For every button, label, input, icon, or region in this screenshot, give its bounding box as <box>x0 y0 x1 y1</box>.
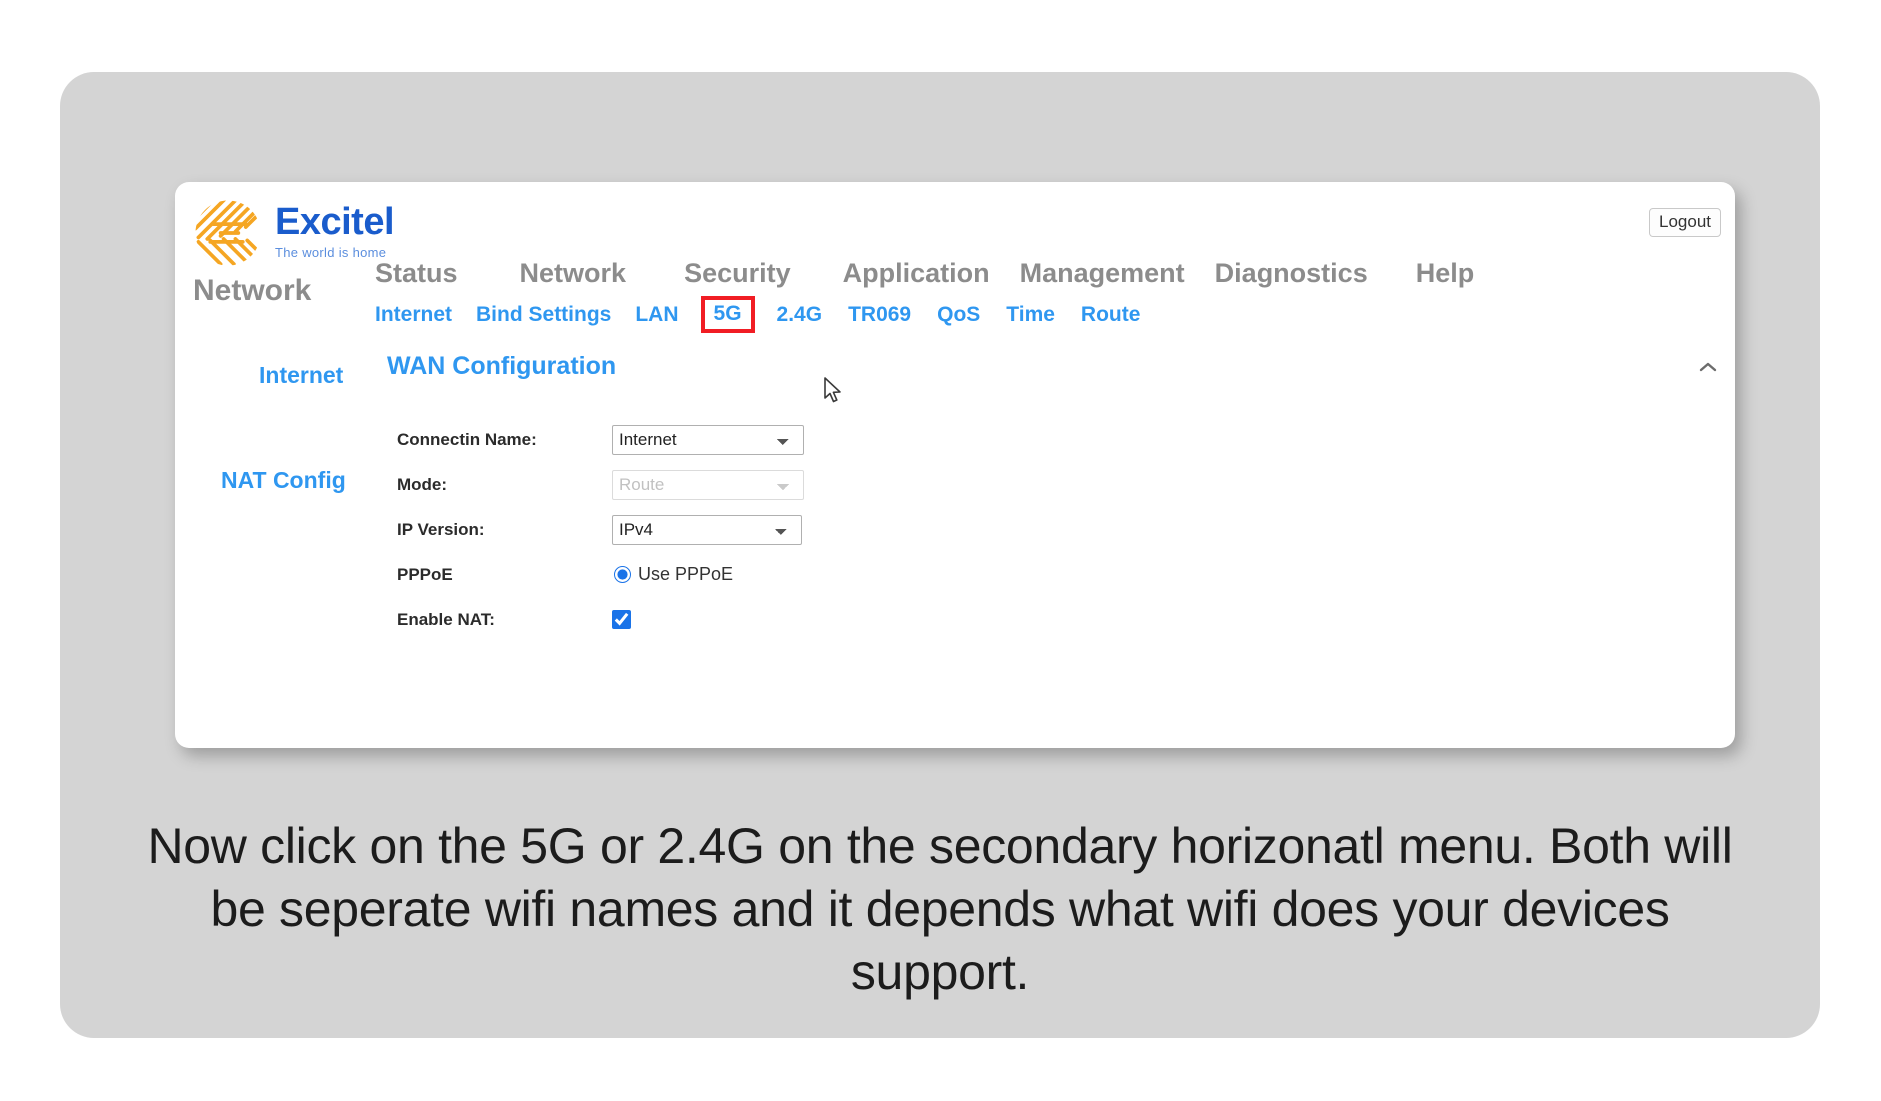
label-pppoe: PPPoE <box>397 564 453 584</box>
label-ip-version: IP Version: <box>397 519 485 539</box>
excitel-hatched-circle-logo-icon <box>195 200 261 266</box>
secondary-nav-item-internet[interactable]: Internet <box>375 303 452 327</box>
brand-text: Excitel The world is home <box>275 200 395 260</box>
label-connection-name: Connectin Name: <box>397 429 537 449</box>
wan-configuration-form: Connectin Name: Internet Mode: Route IP … <box>397 417 804 642</box>
label-mode: Mode: <box>397 474 448 494</box>
secondary-nav-item-time[interactable]: Time <box>1006 303 1055 327</box>
router-admin-card: Excitel The world is home Logout Network… <box>175 182 1735 748</box>
form-row-connection-name: Connectin Name: Internet <box>397 417 804 462</box>
primary-nav-item-application[interactable]: Application <box>843 258 990 289</box>
secondary-nav-item-bind-settings[interactable]: Bind Settings <box>476 303 611 327</box>
section-title: WAN Configuration <box>387 352 617 380</box>
connection-name-select[interactable]: Internet <box>612 424 804 455</box>
form-row-mode: Mode: Route <box>397 462 804 507</box>
secondary-nav-item-lan[interactable]: LAN <box>635 303 678 327</box>
secondary-nav-item-qos[interactable]: QoS <box>937 303 980 327</box>
control-connection-name: Internet <box>612 424 804 455</box>
ip-version-select[interactable]: IPv4 <box>612 514 802 545</box>
sidebar-item-internet[interactable]: Internet <box>259 362 343 389</box>
primary-nav-item-diagnostics[interactable]: Diagnostics <box>1215 258 1368 289</box>
brand-name: Excitel <box>275 200 395 243</box>
primary-nav: Status Network Security Application Mana… <box>375 258 1474 289</box>
brand-logo-area: Excitel The world is home <box>191 196 395 270</box>
use-pppoe-radio[interactable] <box>614 566 631 583</box>
sidebar-item-nat-config[interactable]: NAT Config <box>221 467 346 494</box>
form-row-pppoe: PPPoE Use PPPoE <box>397 552 804 597</box>
use-pppoe-label: Use PPPoE <box>638 564 734 584</box>
label-enable-nat: Enable NAT: <box>397 609 495 629</box>
form-row-ip-version: IP Version: IPv4 <box>397 507 804 552</box>
primary-nav-item-network[interactable]: Network <box>520 258 627 289</box>
pppoe-radio-wrap[interactable]: Use PPPoE <box>614 564 733 585</box>
control-mode: Route <box>612 469 804 500</box>
page-title: Network <box>193 274 312 307</box>
control-ip-version: IPv4 <box>612 514 802 545</box>
primary-nav-item-management[interactable]: Management <box>1020 258 1185 289</box>
secondary-nav-item-route[interactable]: Route <box>1081 303 1141 327</box>
form-row-enable-nat: Enable NAT: <box>397 597 804 642</box>
chevron-up-icon[interactable] <box>1698 360 1718 378</box>
enable-nat-checkbox[interactable] <box>612 610 631 629</box>
control-pppoe: Use PPPoE <box>612 564 733 585</box>
secondary-nav-item-tr069[interactable]: TR069 <box>848 303 911 327</box>
primary-nav-item-status[interactable]: Status <box>375 258 458 289</box>
mode-select: Route <box>612 469 804 500</box>
control-enable-nat <box>612 610 631 629</box>
primary-nav-item-security[interactable]: Security <box>684 258 791 289</box>
secondary-nav-item-2-4g[interactable]: 2.4G <box>777 303 823 327</box>
instruction-caption: Now click on the 5G or 2.4G on the secon… <box>147 818 1733 1000</box>
logout-button[interactable]: Logout <box>1649 208 1721 237</box>
secondary-nav: Internet Bind Settings LAN 5G 2.4G TR069… <box>375 296 1141 333</box>
secondary-nav-item-5g[interactable]: 5G <box>700 296 755 333</box>
primary-nav-item-help[interactable]: Help <box>1416 258 1475 289</box>
